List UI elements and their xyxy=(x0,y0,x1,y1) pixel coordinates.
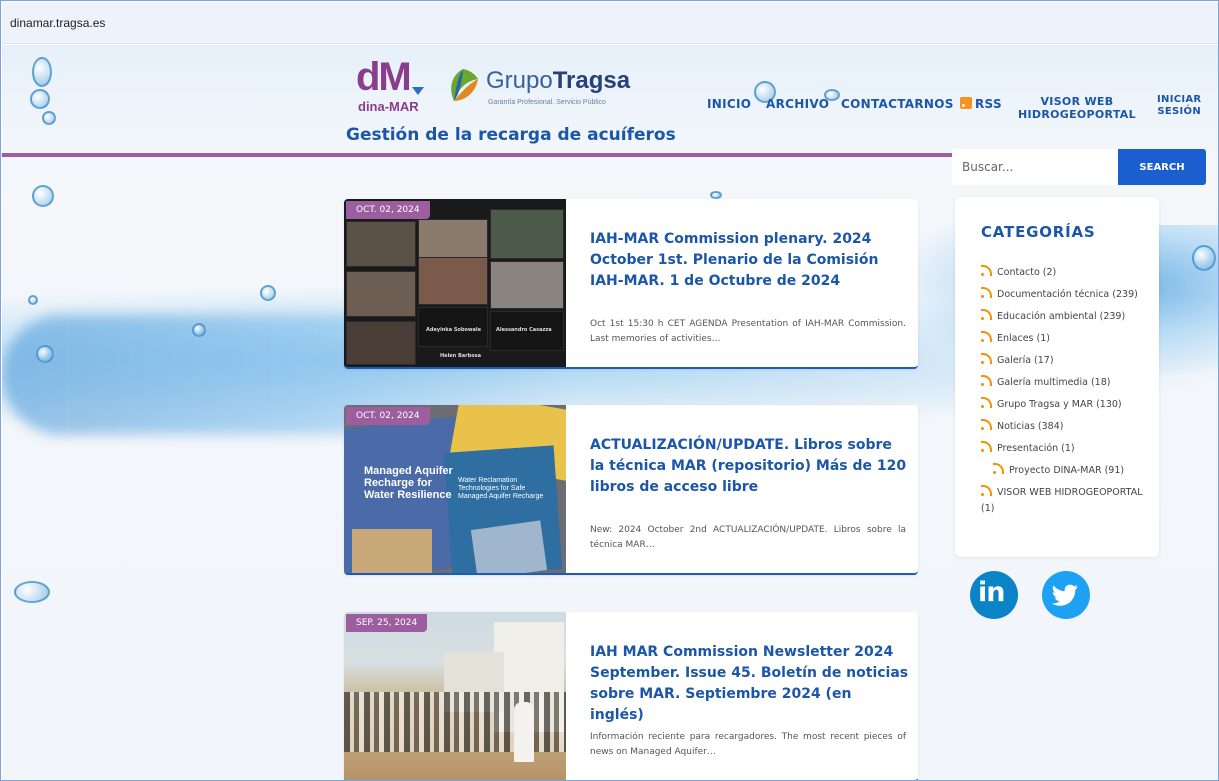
arrow-down-icon xyxy=(412,87,424,95)
feed-icon xyxy=(981,441,992,452)
feed-icon xyxy=(981,485,992,496)
feed-icon xyxy=(981,375,992,386)
twitter-icon[interactable] xyxy=(1042,571,1090,619)
tragsa-logo-name: GrupoTragsa xyxy=(486,67,631,94)
category-item[interactable]: Educación ambiental (239) xyxy=(981,309,1157,325)
category-item[interactable]: Contacto (2) xyxy=(981,265,1157,281)
linkedin-logo-text: in xyxy=(978,577,1006,608)
linkedin-icon[interactable]: in xyxy=(970,571,1018,619)
url-text[interactable]: dinamar.tragsa.es xyxy=(10,16,105,30)
header-divider xyxy=(2,153,952,157)
post-excerpt: Información reciente para recargadores. … xyxy=(590,732,906,757)
water-drop xyxy=(1192,245,1216,271)
dinamar-logo[interactable]: dM dina-MAR xyxy=(356,55,424,117)
feed-icon xyxy=(981,331,992,342)
feed-icon xyxy=(981,397,992,408)
water-drop xyxy=(36,345,54,363)
search-button[interactable]: SEARCH xyxy=(1118,149,1206,185)
category-item[interactable]: Grupo Tragsa y MAR (130) xyxy=(981,397,1157,413)
dinamar-logo-mark: dM xyxy=(356,55,412,99)
feed-icon xyxy=(981,265,992,276)
rss-icon xyxy=(960,97,972,109)
nav-visor-web[interactable]: VISOR WEB HIDROGEOPORTAL xyxy=(1018,95,1136,121)
categories-list: Contacto (2) Documentación técnica (239)… xyxy=(981,265,1157,523)
post-thumbnail-books[interactable]: Managed Aquifer Recharge for Water Resil… xyxy=(344,405,566,573)
post-date-badge: SEP. 25, 2024 xyxy=(346,614,428,632)
page: dM dina-MAR GrupoTragsa Garantía Profesi… xyxy=(2,45,1218,780)
site-title[interactable]: Gestión de la recarga de acuíferos xyxy=(346,125,676,145)
water-drop xyxy=(14,581,50,603)
water-drop xyxy=(42,111,56,125)
nav-rss-label: RSS xyxy=(975,97,1002,111)
category-item[interactable]: Galería multimedia (18) xyxy=(981,375,1157,391)
post-card: Adeyinka Sobowale Alessandro Casazza Hel… xyxy=(344,199,918,369)
search-input[interactable] xyxy=(952,149,1118,185)
post-excerpt: Oct 1st 15:30 h CET AGENDA Presentation … xyxy=(590,319,906,344)
feed-icon xyxy=(981,353,992,364)
post-thumbnail-videocall[interactable]: Adeyinka Sobowale Alessandro Casazza Hel… xyxy=(344,199,566,367)
post-date-badge: OCT. 02, 2024 xyxy=(346,407,430,425)
categories-widget: CATEGORÍAS Contacto (2) Documentación té… xyxy=(955,197,1159,557)
categories-title: CATEGORÍAS xyxy=(981,223,1096,241)
category-item[interactable]: Enlaces (1) xyxy=(981,331,1157,347)
nav-archivo[interactable]: ARCHIVO xyxy=(766,97,829,111)
post-title[interactable]: ACTUALIZACIÓN/UPDATE. Libros sobre la té… xyxy=(590,435,910,498)
category-item[interactable]: Documentación técnica (239) xyxy=(981,287,1157,303)
post-thumbnail-field-visit[interactable]: SEP. 25, 2024 xyxy=(344,612,566,780)
twitter-bird-icon xyxy=(1051,584,1078,606)
tragsa-logo-tagline: Garantía Profesional. Servicio Público xyxy=(488,99,606,106)
nav-rss[interactable]: RSS xyxy=(960,97,1002,111)
nav-inicio[interactable]: INICIO xyxy=(707,97,751,111)
category-item[interactable]: VISOR WEB HIDROGEOPORTAL (1) xyxy=(981,485,1157,517)
water-drop xyxy=(260,285,276,301)
water-drop xyxy=(30,89,50,109)
water-drop xyxy=(32,57,52,87)
post-date-badge: OCT. 02, 2024 xyxy=(346,201,430,219)
grupo-tragsa-logo[interactable]: GrupoTragsa Garantía Profesional. Servic… xyxy=(442,61,630,113)
search-form: SEARCH xyxy=(952,149,1206,185)
nav-iniciar-sesion[interactable]: INICIAR SESIÓN xyxy=(1157,94,1201,118)
water-drop xyxy=(28,295,38,305)
category-item[interactable]: Galería (17) xyxy=(981,353,1157,369)
category-item[interactable]: Noticias (384) xyxy=(981,419,1157,435)
category-item[interactable]: Proyecto DINA-MAR (91) xyxy=(981,463,1157,479)
book-title: Water Reclamation Technologies for Safe … xyxy=(458,477,544,500)
post-excerpt: New: 2024 October 2nd ACTUALIZACIÓN/UPDA… xyxy=(590,525,906,550)
tragsa-leaf-icon xyxy=(451,69,478,101)
participant-label: Alessandro Casazza xyxy=(496,327,552,333)
water-drop xyxy=(32,185,54,207)
participant-label: Helen Barbosa xyxy=(440,353,481,359)
post-card: SEP. 25, 2024 IAH MAR Commission Newslet… xyxy=(344,612,918,780)
feed-icon xyxy=(981,419,992,430)
participant-label: Adeyinka Sobowale xyxy=(426,327,481,333)
address-bar[interactable]: dinamar.tragsa.es xyxy=(2,2,1218,44)
book-title: Managed Aquifer Recharge for Water Resil… xyxy=(364,465,453,501)
nav-contactarnos[interactable]: CONTACTARNOS xyxy=(841,97,954,111)
feed-icon xyxy=(981,287,992,298)
browser-window: dinamar.tragsa.es dM dina-MAR GrupoTrags… xyxy=(0,0,1219,781)
dinamar-logo-text: dina-MAR xyxy=(358,99,419,114)
feed-icon xyxy=(993,463,1004,474)
water-drop xyxy=(710,191,722,199)
post-card: Managed Aquifer Recharge for Water Resil… xyxy=(344,405,918,575)
post-title[interactable]: IAH MAR Commission Newsletter 2024 Septe… xyxy=(590,642,910,726)
water-drop xyxy=(192,323,206,337)
feed-icon xyxy=(981,309,992,320)
category-item[interactable]: Presentación (1) xyxy=(981,441,1157,457)
post-title[interactable]: IAH-MAR Commission plenary. 2024 October… xyxy=(590,229,910,292)
